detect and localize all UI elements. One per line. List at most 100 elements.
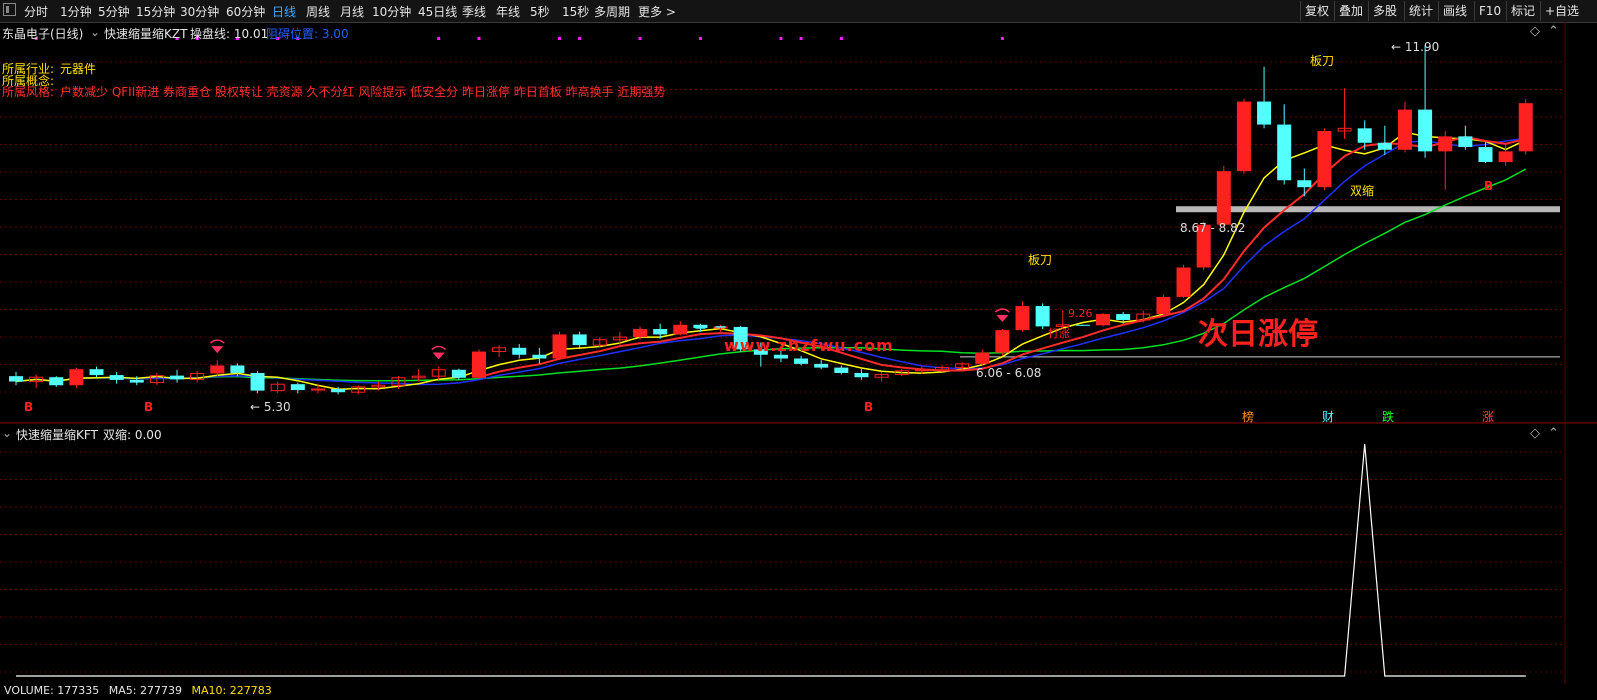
toolbar-button[interactable]: +自选 [1540, 1, 1583, 21]
period-tab[interactable]: 日线 [272, 3, 296, 20]
next-day-limit-up-label: 次日涨停 [1198, 317, 1318, 352]
period-tab[interactable]: 年线 [496, 3, 520, 20]
chevron-up-icon[interactable]: ⌃ [1548, 24, 1559, 39]
main-chart-panel[interactable]: 东晶电子(日线) ⌄ 快速缩量缩KZT 操盘线: 10.01 阻碍位置: 3.0… [0, 22, 1597, 424]
range-label-1: 6.06 - 6.08 [976, 366, 1042, 380]
near-level-label: 9.26 [1068, 307, 1093, 320]
period-tab[interactable]: 月线 [340, 3, 364, 20]
volume-value: VOLUME: 177335 [4, 684, 100, 697]
toolbar-button[interactable]: F10 [1474, 1, 1505, 21]
tag-rank[interactable]: 榜 [1242, 408, 1254, 425]
chevron-down-icon[interactable]: ⌄ [2, 426, 12, 440]
period-tab[interactable]: 5秒 [530, 3, 550, 20]
period-tab[interactable]: 15秒 [562, 3, 589, 20]
diamond-icon[interactable]: ◇ [1530, 24, 1540, 39]
toolbar-button[interactable]: 复权 [1300, 1, 1333, 21]
diamond-alert-icon [211, 346, 224, 354]
signal-dot [638, 37, 642, 40]
candle-body [1317, 131, 1332, 188]
candle-body [1357, 128, 1372, 143]
candle-body [9, 376, 23, 382]
candle-body [773, 354, 788, 359]
candle-body [1216, 171, 1231, 225]
toolbar-button[interactable]: 画线 [1438, 1, 1471, 21]
candle-body [109, 375, 124, 380]
panel-toggle-icon[interactable] [3, 3, 16, 16]
period-tab[interactable]: 30分钟 [180, 3, 219, 20]
buy-signal-b: B [864, 400, 874, 414]
period-tab[interactable]: 5分钟 [98, 3, 130, 20]
period-tab[interactable]: 60分钟 [226, 3, 265, 20]
toolbar-button[interactable]: 多股 [1368, 1, 1401, 21]
shrink-signal-chart[interactable] [0, 424, 1597, 684]
toolbar-button[interactable]: 叠加 [1334, 1, 1367, 21]
diamond-alert-icon [994, 308, 1010, 313]
signal-dot [799, 37, 803, 40]
candle-body [552, 334, 567, 359]
candle-body [794, 358, 809, 364]
candle-body [1277, 124, 1292, 181]
buy-signal-b: B [24, 400, 34, 414]
candle-body [572, 334, 587, 346]
style-key: 所属风格: [2, 85, 55, 99]
period-tab[interactable]: 45日线 [418, 3, 457, 20]
candle-body [1478, 147, 1493, 163]
industry-value: 元器件 [60, 62, 97, 76]
period-tab[interactable]: 15分钟 [136, 3, 175, 20]
period-tab[interactable]: 更多 > [638, 3, 676, 20]
toolbar-button[interactable]: 标记 [1506, 1, 1539, 21]
sub-indicator-value: 双缩: 0.00 [103, 428, 162, 442]
chevron-down-icon[interactable]: ⌄ [90, 25, 100, 39]
candle-body [331, 389, 346, 393]
candle-body [170, 375, 185, 380]
tag-fall[interactable]: 跌 [1382, 408, 1394, 425]
period-tab[interactable]: 1分钟 [60, 3, 92, 20]
period-tab[interactable]: 周线 [306, 3, 330, 20]
candle-body [1116, 314, 1131, 320]
candle-body [1176, 267, 1191, 297]
period-tab[interactable]: 多周期 [594, 3, 630, 20]
sub-indicator-panel[interactable]: ⌄ 快速缩量缩KFT 双缩: 0.00 ◇ ⌃ [0, 424, 1597, 684]
sub-indicator-name: 快速缩量缩KFT [16, 428, 98, 442]
period-tab[interactable]: 10分钟 [372, 3, 411, 20]
candle-body [69, 369, 84, 386]
candle-body [633, 329, 648, 338]
high-price-label: ← 11.90 [1391, 40, 1440, 54]
candle-body [290, 384, 305, 391]
candle-body [995, 330, 1010, 353]
period-tab[interactable]: 季线 [462, 3, 486, 20]
candle-body [854, 372, 869, 378]
toolbar-button[interactable]: 统计 [1404, 1, 1437, 21]
signal-dot [437, 37, 441, 40]
chevron-up-icon[interactable]: ⌃ [1548, 426, 1559, 441]
diamond-alert-icon [431, 345, 447, 351]
candle-body [1236, 101, 1251, 172]
candle-body [1438, 136, 1453, 152]
stock-title: 东晶电子(日线) [2, 27, 84, 41]
diamond-icon[interactable]: ◇ [1530, 426, 1540, 441]
candle-body [250, 372, 265, 391]
diamond-alert-icon [432, 352, 445, 360]
watermark: www.zbzfwu.com [724, 336, 894, 355]
candle-body [1498, 151, 1513, 163]
candle-body [49, 377, 64, 386]
tag-finance[interactable]: 财 [1322, 408, 1334, 425]
low-price-label: ← 5.30 [250, 400, 291, 414]
candle-body [532, 354, 547, 359]
diamond-alert-icon [996, 315, 1009, 323]
candle-body [1297, 180, 1312, 188]
signal-dot [477, 37, 481, 40]
shrink-signal-line [16, 443, 1526, 677]
tag-rise[interactable]: 涨 [1482, 408, 1494, 425]
candle-body [673, 324, 688, 335]
range-label-2: 8.67 - 8.82 [1180, 221, 1246, 235]
candle-body [653, 329, 668, 335]
candle-body [230, 365, 245, 373]
period-tab[interactable]: 分时 [24, 3, 48, 20]
buy-signal-b: B [144, 400, 154, 414]
cost-line-label: 操盘线: 10.01 [190, 27, 269, 41]
ma10-value: MA10: 227783 [191, 684, 272, 697]
buy-signal-b: B [1484, 179, 1494, 193]
signal-dot [558, 37, 562, 40]
candle-body [1458, 136, 1473, 148]
